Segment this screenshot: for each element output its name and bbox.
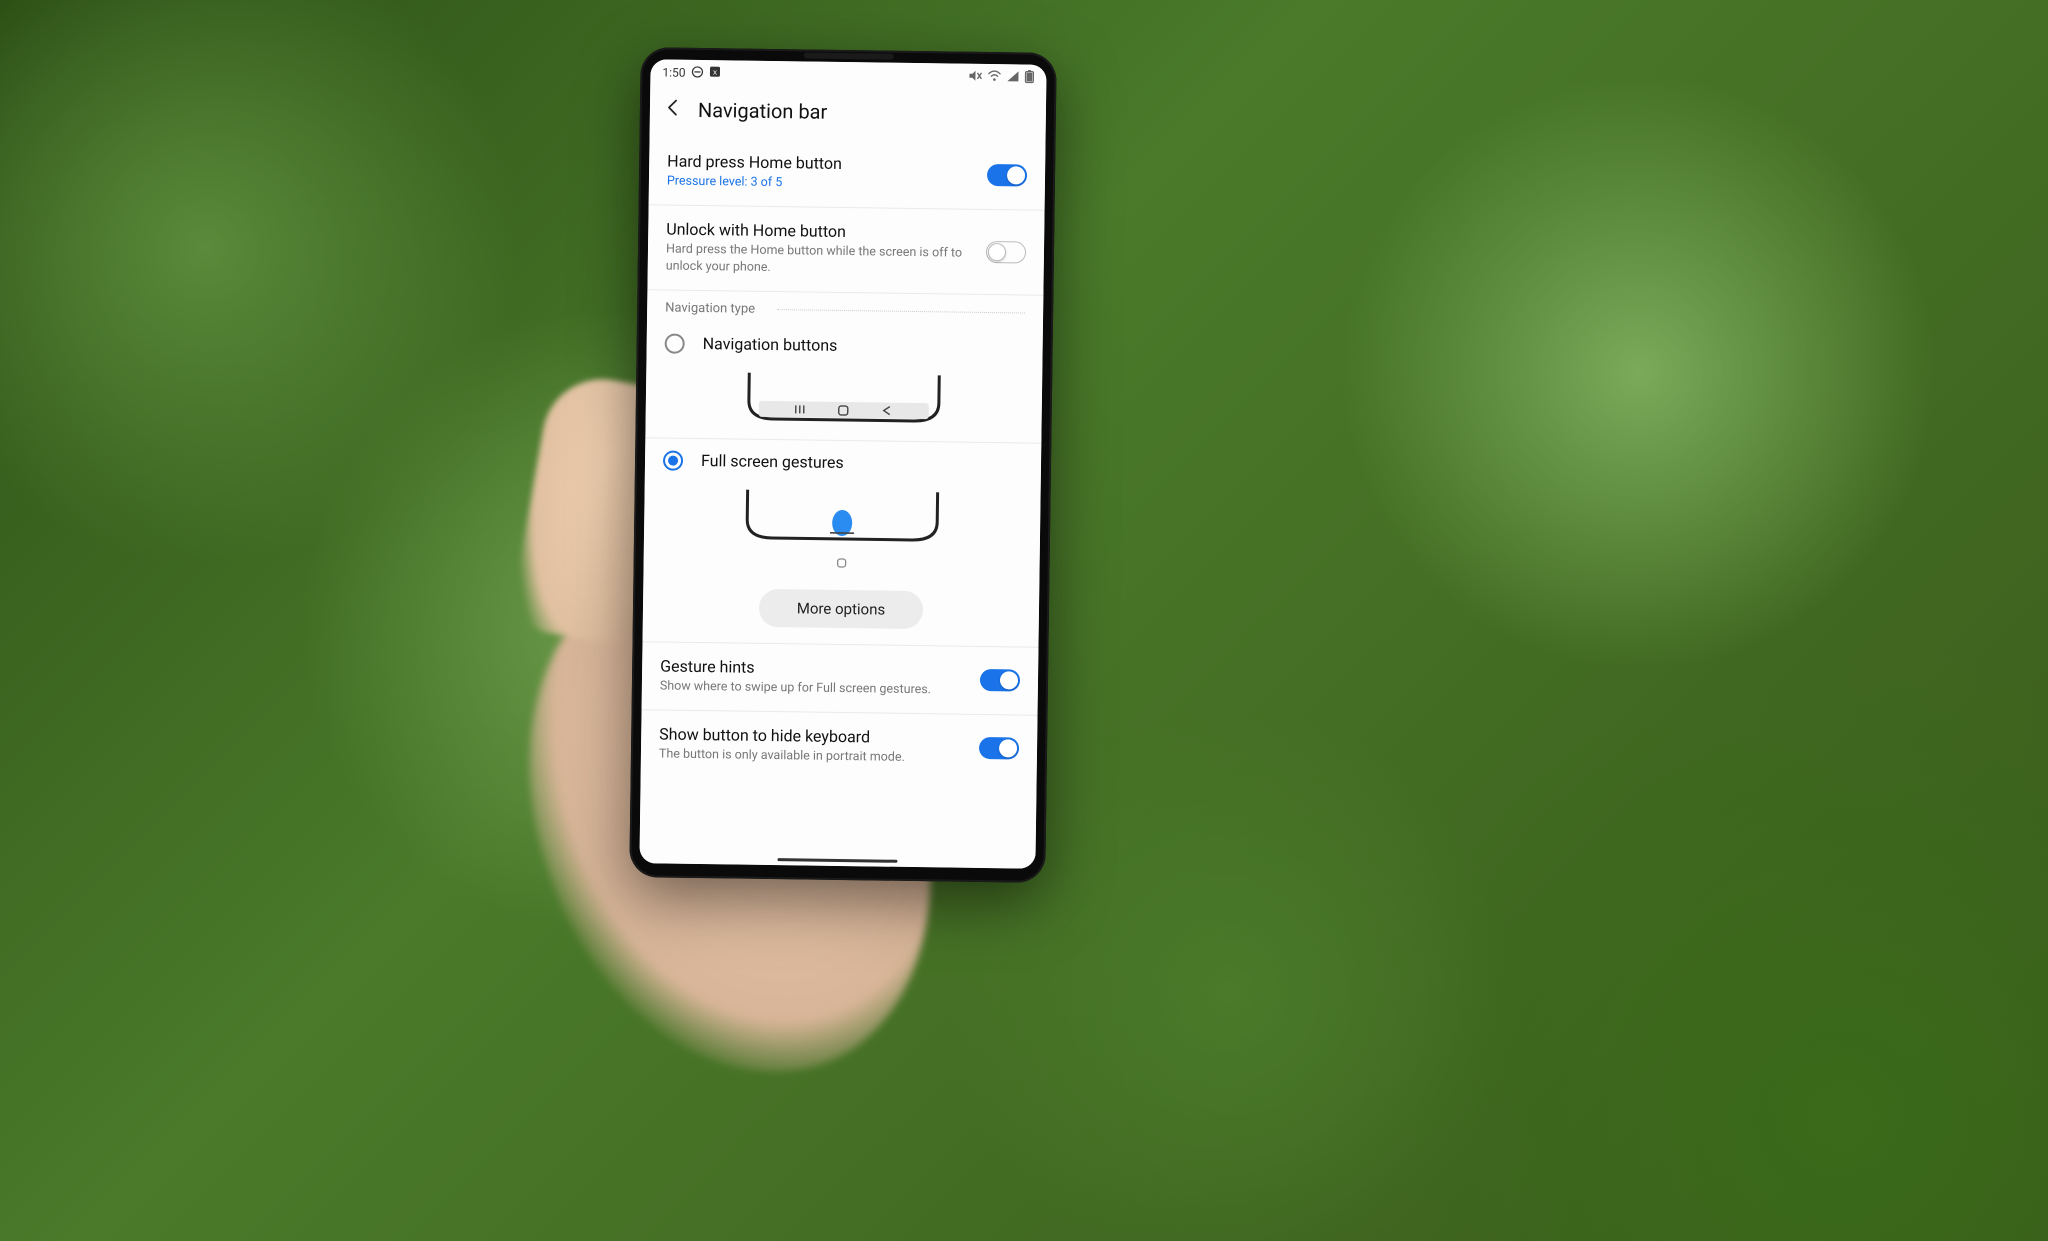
radio-icon [663,450,683,470]
section-navigation-type: Navigation type [647,290,1043,327]
status-time: 1:50 [662,65,685,79]
radio-icon [665,333,685,353]
row-gesture-hints[interactable]: Gesture hints Show where to swipe up for… [642,642,1039,715]
navbar-buttons-illustration [645,361,1042,443]
app-badge-icon: x [710,66,721,80]
option-full-screen-gestures[interactable]: Full screen gestures [645,438,1042,484]
gestures-illustration [644,478,1041,566]
mute-icon [968,69,982,84]
row-title: Gesture hints [660,656,968,679]
toggle-show-hide-keyboard[interactable] [979,737,1019,760]
row-title: Unlock with Home button [666,219,974,242]
more-options-button[interactable]: More options [759,588,924,628]
radio-label: Navigation buttons [703,334,838,355]
row-subtitle: Hard press the Home button while the scr… [666,241,974,279]
battery-icon [1024,69,1034,86]
back-icon[interactable] [664,98,682,120]
row-unlock-home[interactable]: Unlock with Home button Hard press the H… [647,205,1044,295]
row-subtitle: Show where to swipe up for Full screen g… [660,678,968,699]
row-subtitle: The button is only available in portrait… [659,746,967,767]
do-not-disturb-icon [691,65,703,80]
row-subtitle: Pressure level: 3 of 5 [667,174,975,195]
wifi-icon [987,69,1001,84]
radio-label: Full screen gestures [701,451,844,472]
row-hard-press-home[interactable]: Hard press Home button Pressure level: 3… [649,137,1046,210]
more-options-row: More options [643,579,1040,647]
page-title: Navigation bar [698,98,828,124]
header: Navigation bar [650,85,1047,143]
svg-text:x: x [713,68,717,77]
row-show-hide-keyboard-button[interactable]: Show button to hide keyboard The button … [641,710,1038,782]
option-navigation-buttons[interactable]: Navigation buttons [646,321,1043,367]
row-title: Show button to hide keyboard [659,724,967,747]
phone-screen: 1:50 x [639,59,1046,868]
toggle-unlock-home[interactable] [986,241,1026,264]
toggle-hard-press[interactable] [987,164,1027,187]
settings-list: Hard press Home button Pressure level: 3… [639,137,1045,868]
row-title: Hard press Home button [667,152,975,175]
signal-icon [1006,70,1019,85]
toggle-gesture-hints[interactable] [980,669,1020,692]
phone-frame: 1:50 x [629,47,1057,883]
